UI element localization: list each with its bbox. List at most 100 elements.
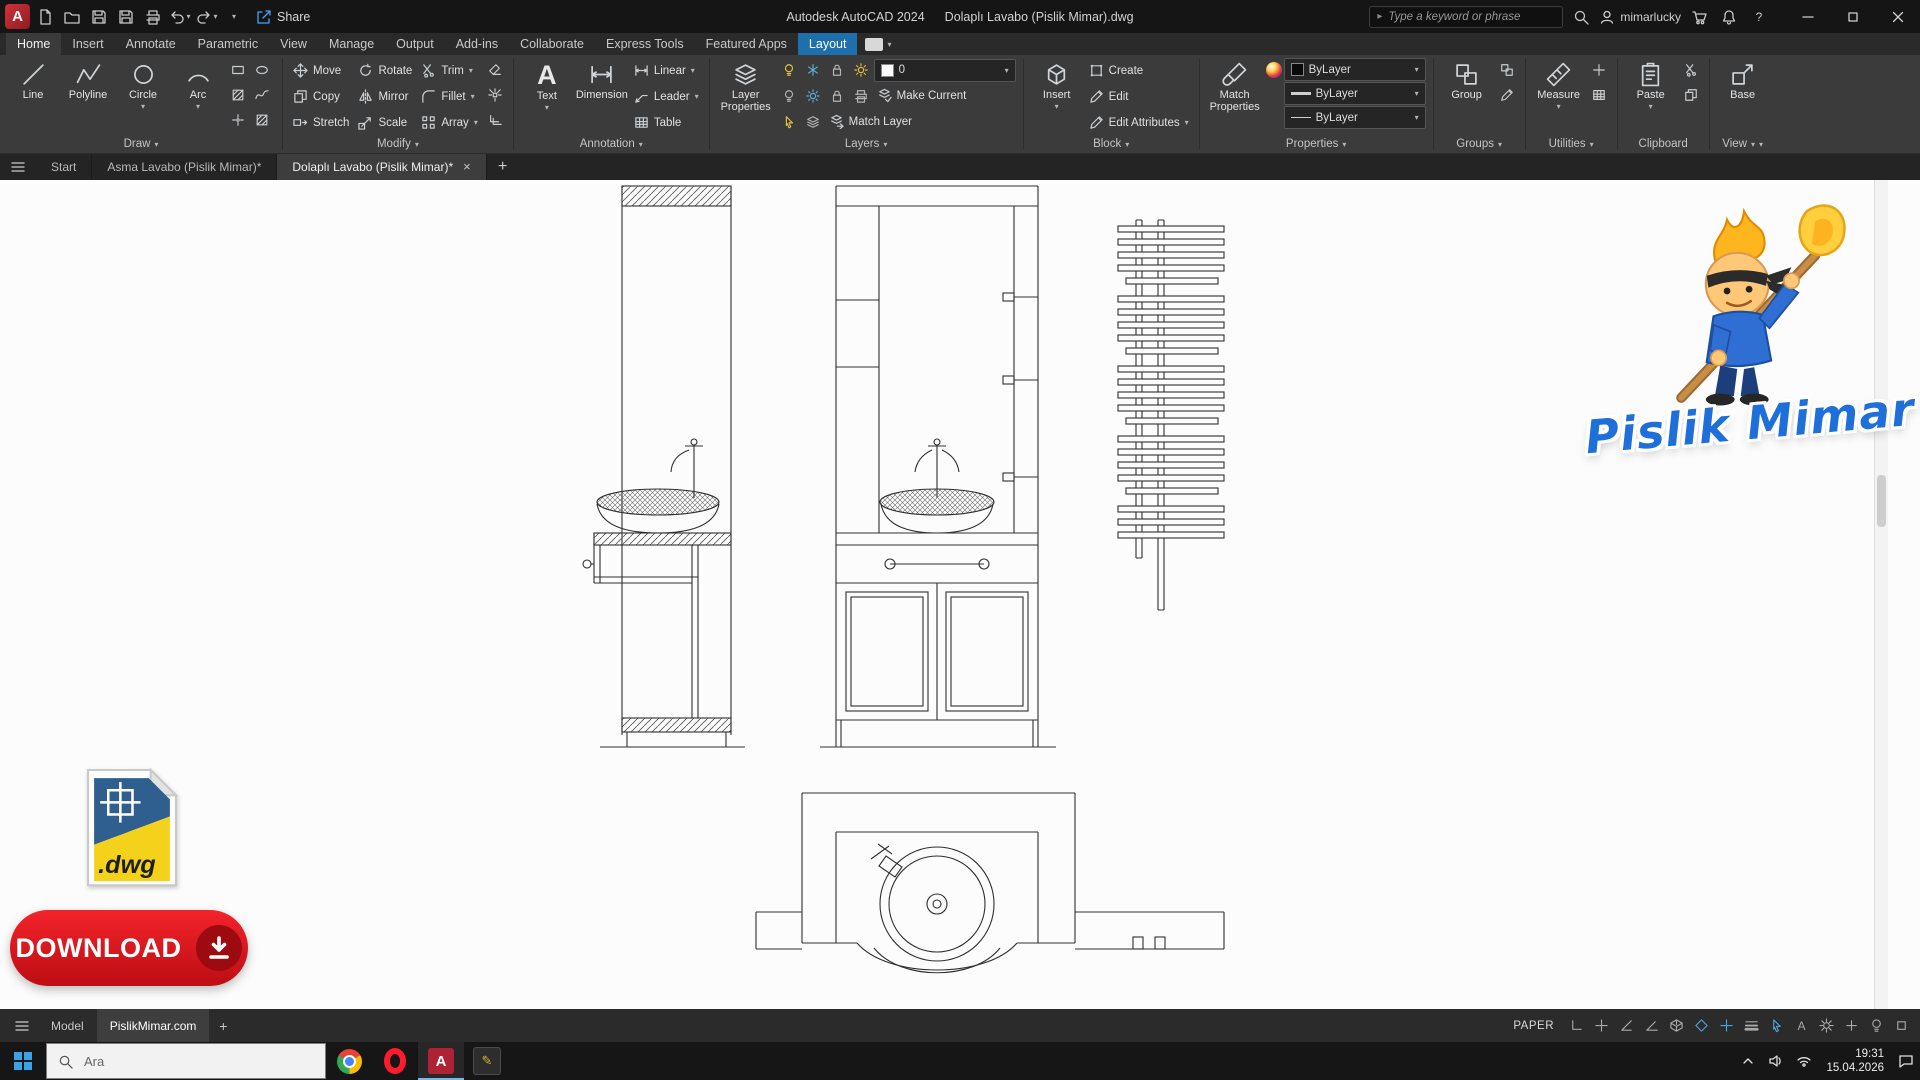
stretch-button[interactable]: Stretch <box>290 110 352 135</box>
close-tab-icon[interactable]: × <box>463 159 471 174</box>
maximize-button[interactable] <box>1830 0 1875 33</box>
ribbon-tab-manage[interactable]: Manage <box>318 33 385 55</box>
save-button[interactable] <box>87 5 111 29</box>
panel-label-groups[interactable]: Groups▾ <box>1434 135 1525 153</box>
help-search-box[interactable]: ▸ <box>1369 6 1563 28</box>
layer-unlock-icon[interactable] <box>826 84 848 108</box>
layer-isolate-icon[interactable] <box>802 84 824 108</box>
ribbon-tab-featured-apps[interactable]: Featured Apps <box>695 33 798 55</box>
new-tab-button[interactable]: + <box>487 153 519 180</box>
move-button[interactable]: Move <box>290 58 352 83</box>
panel-label-draw[interactable]: Draw▾ <box>0 135 282 153</box>
layer-thaw-icon[interactable] <box>850 58 872 82</box>
redo-button[interactable]: ▾ <box>195 5 219 29</box>
region-tool-icon[interactable] <box>251 108 273 132</box>
lineweight-display-icon[interactable] <box>1739 1013 1764 1039</box>
object-snap-icon[interactable] <box>1689 1013 1714 1039</box>
ellipse-tool-icon[interactable] <box>251 58 273 82</box>
app-store-button[interactable] <box>1687 5 1711 29</box>
help-button[interactable]: ? <box>1747 5 1771 29</box>
line-button[interactable]: Line <box>7 58 59 135</box>
measure-button[interactable]: Measure▾ <box>1533 58 1585 135</box>
table-button[interactable]: Table <box>631 110 702 135</box>
autocad-logo[interactable]: A <box>5 4 30 29</box>
isolate-objects-icon[interactable] <box>1864 1013 1889 1039</box>
paste-button[interactable]: Paste▾ <box>1625 58 1677 135</box>
array-button[interactable]: Array▾ <box>418 110 481 135</box>
panel-label-annotation[interactable]: Annotation▾ <box>514 135 709 153</box>
layer-lock-icon[interactable] <box>826 58 848 82</box>
layer-freeze-icon[interactable] <box>802 58 824 82</box>
help-search-input[interactable] <box>1386 10 1555 24</box>
panel-label-properties[interactable]: Properties▾ <box>1200 135 1433 153</box>
account-button[interactable]: mimarlucky <box>1599 9 1681 25</box>
annotation-scale-icon[interactable]: A <box>1789 1013 1814 1039</box>
linear-button[interactable]: Linear▾ <box>631 58 702 83</box>
autocad-taskbar-icon[interactable]: A <box>418 1042 464 1080</box>
panel-label-clipboard[interactable]: Clipboard <box>1618 135 1709 153</box>
new-file-button[interactable] <box>33 5 57 29</box>
base-button[interactable]: Base <box>1717 58 1769 135</box>
id-point-icon[interactable] <box>1588 58 1610 82</box>
layer-properties-button[interactable]: Layer Properties <box>717 58 775 135</box>
ribbon-tab-parametric[interactable]: Parametric <box>187 33 269 55</box>
taskbar-search-input[interactable] <box>82 1053 314 1070</box>
ribbon-tab-view[interactable]: View <box>269 33 318 55</box>
file-tabs-menu-button[interactable] <box>0 153 36 180</box>
make-current-button[interactable]: Make Current <box>874 83 970 108</box>
ribbon-tab-collaborate[interactable]: Collaborate <box>509 33 595 55</box>
layer-select-dropdown[interactable]: 0 ▾ <box>874 59 1016 82</box>
mirror-button[interactable]: Mirror <box>355 84 415 109</box>
group-button[interactable]: Group <box>1441 58 1493 135</box>
search-button[interactable] <box>1569 5 1593 29</box>
isodraft-icon[interactable] <box>1664 1013 1689 1039</box>
panel-label-modify[interactable]: Modify▾ <box>283 135 513 153</box>
download-button[interactable]: DOWNLOAD <box>10 910 248 986</box>
undo-dropdown-icon[interactable]: ▾ <box>186 13 190 20</box>
redo-dropdown-icon[interactable]: ▾ <box>213 13 217 20</box>
circle-button[interactable]: Circle▾ <box>117 58 169 135</box>
leader-button[interactable]: Leader▾ <box>631 84 702 109</box>
taskbar-clock[interactable]: 19:31 15.04.2026 <box>1818 1047 1892 1075</box>
fillet-button[interactable]: Fillet▾ <box>418 84 481 109</box>
erase-button[interactable] <box>484 58 506 82</box>
plot-button[interactable] <box>141 5 165 29</box>
clean-screen-icon[interactable] <box>1889 1013 1914 1039</box>
notifications-button[interactable] <box>1717 5 1741 29</box>
panel-label-view[interactable]: View▾▾ <box>1710 135 1776 153</box>
close-button[interactable] <box>1875 0 1920 33</box>
panel-label-utilities[interactable]: Utilities▾ <box>1526 135 1617 153</box>
point-tool-icon[interactable] <box>227 108 249 132</box>
create-block-button[interactable]: Create <box>1086 58 1192 83</box>
taskbar-search[interactable] <box>46 1043 326 1079</box>
panel-label-layers[interactable]: Layers▾ <box>710 135 1023 153</box>
insert-block-button[interactable]: Insert▾ <box>1031 58 1083 135</box>
scale-button[interactable]: Scale <box>355 110 415 135</box>
dynamic-input-icon[interactable] <box>1589 1013 1614 1039</box>
spline-tool-icon[interactable] <box>251 83 273 107</box>
match-layer-button[interactable]: Match Layer <box>826 109 915 134</box>
polyline-button[interactable]: Polyline <box>62 58 114 135</box>
cut-icon[interactable] <box>1680 58 1702 82</box>
object-color-dropdown[interactable]: ByLayer▾ <box>1284 58 1426 81</box>
annotation-monitor-icon[interactable] <box>1839 1013 1864 1039</box>
snap-tracking-icon[interactable] <box>1714 1013 1739 1039</box>
paper-space-label[interactable]: PAPER <box>1513 1020 1554 1032</box>
ribbon-tab-annotate[interactable]: Annotate <box>115 33 187 55</box>
dimension-button[interactable]: Dimension <box>576 58 628 135</box>
polar-tracking-icon[interactable] <box>1639 1013 1664 1039</box>
offset-button[interactable] <box>484 108 506 132</box>
ortho-mode-icon[interactable] <box>1614 1013 1639 1039</box>
copy-clip-icon[interactable] <box>1680 83 1702 107</box>
minimize-button[interactable] <box>1785 0 1830 33</box>
tray-expand-icon[interactable] <box>1734 1042 1762 1080</box>
arc-button[interactable]: Arc▾ <box>172 58 224 135</box>
model-tab[interactable]: Model <box>38 1009 97 1042</box>
match-properties-button[interactable]: Match Properties <box>1207 58 1263 135</box>
copy-button[interactable]: Copy <box>290 84 352 109</box>
ribbon-tab-output[interactable]: Output <box>385 33 445 55</box>
volume-icon[interactable] <box>1762 1042 1790 1080</box>
panel-label-block[interactable]: Block▾ <box>1024 135 1199 153</box>
ribbon-display-toggle[interactable]: ▾ <box>865 33 891 55</box>
ribbon-tab-addins[interactable]: Add-ins <box>445 33 509 55</box>
